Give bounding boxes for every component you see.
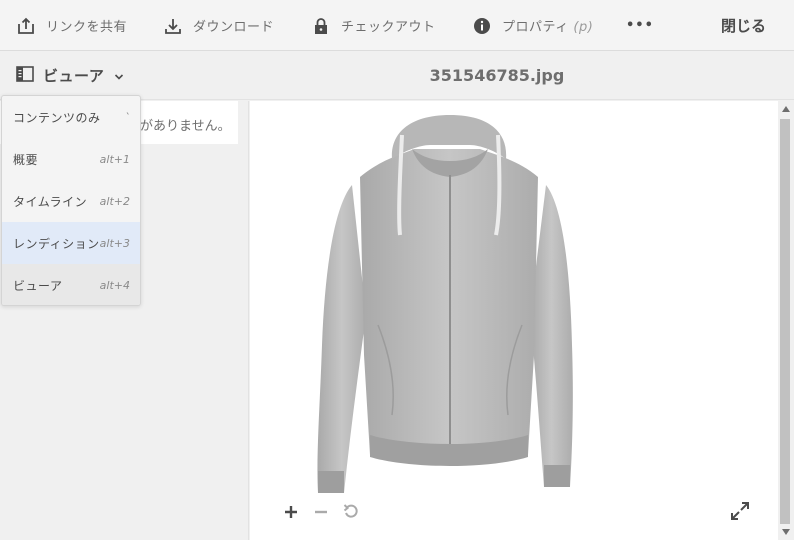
image-viewer <box>250 101 778 540</box>
menu-item-shortcut: alt+4 <box>99 278 130 292</box>
file-title: 351546785.jpg <box>429 66 565 85</box>
chevron-down-icon <box>114 66 124 85</box>
rail-selector-menu: コンテンツのみ ` 概要 alt+1 タイムライン alt+2 レンディション … <box>1 95 141 306</box>
scroll-up-arrow-icon[interactable] <box>778 101 794 117</box>
menu-item-overview[interactable]: 概要 alt+1 <box>2 138 140 180</box>
download-icon <box>163 16 183 36</box>
menu-item-viewer[interactable]: ビューア alt+4 <box>2 264 140 305</box>
menu-item-timeline[interactable]: タイムライン alt+2 <box>2 180 140 222</box>
menu-item-shortcut: alt+1 <box>99 152 130 166</box>
close-button[interactable]: 閉じる <box>721 0 766 51</box>
share-link-label: リンクを共有 <box>46 20 128 35</box>
menu-item-label: ビューア <box>13 278 63 293</box>
more-icon: ••• <box>626 18 654 33</box>
viewer-scrollbar[interactable] <box>778 101 794 540</box>
scroll-thumb[interactable] <box>780 119 790 524</box>
share-icon <box>16 16 36 36</box>
menu-item-label: 概要 <box>13 152 39 167</box>
menu-item-shortcut: alt+2 <box>99 194 130 208</box>
expand-icon <box>730 501 750 525</box>
zoom-in-button[interactable] <box>276 501 306 525</box>
properties-shortcut-hint: (p) <box>573 20 594 35</box>
menu-item-renditions[interactable]: レンディション alt+3 <box>2 222 140 264</box>
fullscreen-button[interactable] <box>728 501 752 525</box>
minus-icon <box>314 504 328 523</box>
viewer-header: ビューア 351546785.jpg <box>0 51 794 100</box>
checkout-label: チェックアウト <box>341 20 436 35</box>
properties-button[interactable]: プロパティ (p) <box>472 0 593 51</box>
properties-label: プロパティ (p) <box>502 16 593 35</box>
menu-item-shortcut: alt+3 <box>99 236 130 250</box>
menu-item-shortcut: ` <box>124 110 131 124</box>
plus-icon <box>284 504 298 523</box>
properties-text: プロパティ <box>502 20 569 35</box>
info-icon <box>472 16 492 36</box>
rail-toggle-icon <box>16 65 34 86</box>
reset-icon <box>343 503 359 523</box>
rail-selector-label: ビューア <box>43 67 105 85</box>
asset-image <box>300 115 600 501</box>
top-toolbar: リンクを共有 ダウンロード チェックアウト プロパティ (p) ••• 閉じる <box>0 0 794 51</box>
hoodie-image <box>317 115 573 493</box>
rail-selector-button[interactable]: ビューア <box>16 51 124 100</box>
lock-icon <box>311 16 331 36</box>
more-options-button[interactable]: ••• <box>626 0 654 51</box>
download-button[interactable]: ダウンロード <box>163 0 274 51</box>
zoom-controls <box>276 501 366 525</box>
menu-item-label: コンテンツのみ <box>13 110 101 125</box>
scroll-down-arrow-icon[interactable] <box>778 524 794 540</box>
download-label: ダウンロード <box>193 20 275 35</box>
checkout-button[interactable]: チェックアウト <box>311 0 436 51</box>
menu-item-label: レンディション <box>13 236 100 251</box>
share-link-button[interactable]: リンクを共有 <box>16 0 127 51</box>
reset-zoom-button[interactable] <box>336 501 366 525</box>
zoom-out-button[interactable] <box>306 501 336 525</box>
menu-item-content-only[interactable]: コンテンツのみ ` <box>2 96 140 138</box>
menu-item-label: タイムライン <box>13 194 88 209</box>
